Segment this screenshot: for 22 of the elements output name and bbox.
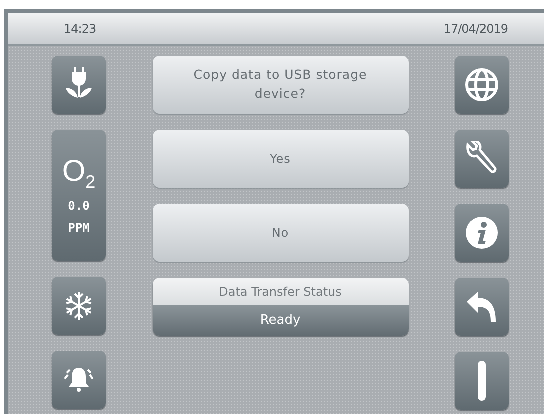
date: 17/04/2019 bbox=[444, 22, 508, 36]
info-button[interactable] bbox=[455, 204, 509, 262]
power-button[interactable] bbox=[455, 352, 509, 410]
status-value: Ready bbox=[152, 305, 408, 336]
status-label: Data Transfer Status bbox=[152, 278, 408, 305]
globe-button[interactable] bbox=[455, 56, 509, 114]
no-button[interactable]: No bbox=[152, 204, 408, 262]
snowflake-button[interactable] bbox=[52, 277, 106, 335]
bell-button[interactable] bbox=[52, 351, 106, 409]
plug-button[interactable] bbox=[52, 56, 106, 114]
wrench-button[interactable] bbox=[455, 130, 509, 188]
oxygen-reading-button[interactable]: O$_{2}$ 0.0 PPM bbox=[52, 130, 106, 261]
clock-time: 14:23 bbox=[64, 22, 96, 36]
back-button[interactable] bbox=[455, 278, 509, 336]
power-icon bbox=[478, 361, 486, 401]
bell-icon bbox=[63, 365, 95, 395]
globe-icon bbox=[465, 68, 499, 102]
back-arrow-icon bbox=[465, 290, 499, 324]
info-icon bbox=[465, 216, 499, 250]
snowflake-icon bbox=[64, 291, 94, 321]
dialog-message: Copy data to USB storage device? bbox=[152, 56, 408, 114]
yes-button[interactable]: Yes bbox=[152, 130, 408, 188]
